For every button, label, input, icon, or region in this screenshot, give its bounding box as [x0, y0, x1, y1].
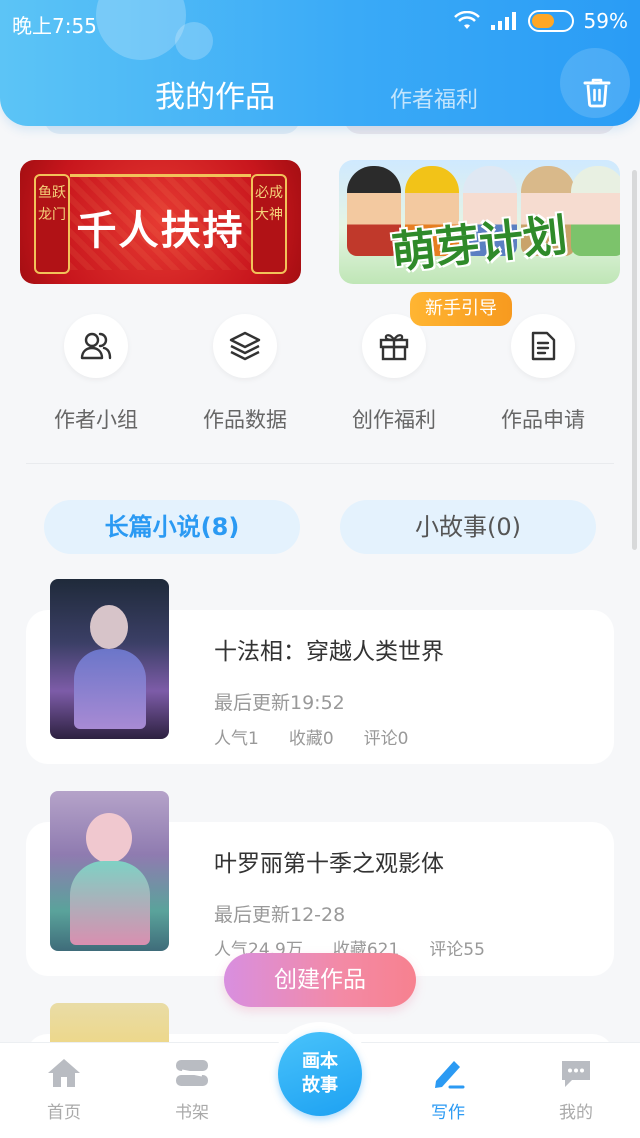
nav-label: 我的 [559, 1103, 593, 1123]
action-label: 作者小组 [54, 408, 138, 432]
battery-level [531, 14, 554, 28]
tab-long-novel[interactable]: 长篇小说(8) [44, 500, 300, 554]
action-label: 创作福利 [352, 408, 436, 432]
action-author-group[interactable]: 作者小组 [36, 314, 156, 434]
status-bar: 晚上7:55 59% [0, 0, 640, 44]
banner-sprout-program[interactable]: 萌芽计划 [339, 160, 620, 284]
action-label: 作品数据 [203, 408, 287, 432]
app-header: 晚上7:55 59% 我的作品 作者福利 [0, 0, 640, 126]
status-icons: 59% [453, 9, 628, 33]
beginner-guide-badge[interactable]: 新手引导 [410, 292, 512, 326]
nav-label: 首页 [47, 1103, 81, 1123]
bookshelf-icon [176, 1060, 208, 1086]
action-work-data[interactable]: 作品数据 [185, 314, 305, 434]
work-favorites: 收藏0 [288, 729, 334, 749]
pen-icon [435, 1061, 465, 1089]
action-icon-circle [213, 314, 277, 378]
trash-icon[interactable] [582, 76, 612, 108]
battery-percent: 59% [583, 9, 628, 33]
nav-me[interactable]: 我的 [536, 1057, 616, 1123]
nav-write[interactable]: 写作 [408, 1057, 488, 1123]
cover-figure [90, 605, 128, 649]
document-icon [531, 331, 556, 361]
tab-short-story[interactable]: 小故事(0) [340, 500, 596, 554]
nav-bookshelf[interactable]: 书架 [152, 1057, 232, 1123]
work-cover[interactable] [50, 579, 169, 739]
create-work-button[interactable]: 创建作品 [224, 953, 416, 1007]
chat-bubble-icon [562, 1061, 590, 1087]
work-last-update: 最后更新19:52 [214, 692, 345, 714]
layers-icon [229, 331, 261, 361]
action-icon-circle [511, 314, 575, 378]
cover-figure [86, 813, 132, 863]
banner-support-program[interactable]: 鱼跃龙门 必成大神 千人扶持 [20, 160, 301, 284]
wifi-icon [453, 11, 480, 29]
work-comments: 评论55 [429, 940, 485, 960]
work-comments: 评论0 [363, 729, 409, 749]
action-creation-benefits[interactable]: 创作福利 [334, 314, 454, 434]
work-title[interactable]: 叶罗丽第十季之观影体 [214, 844, 444, 878]
status-time: 晚上7:55 [12, 14, 97, 38]
tab-my-works[interactable]: 我的作品 [155, 72, 275, 116]
battery-icon [527, 10, 574, 32]
picture-story-label: 画本 故事 [302, 1051, 338, 1096]
work-popularity: 人气1 [214, 729, 259, 749]
action-icon-circle [64, 314, 128, 378]
tab-author-benefits[interactable]: 作者福利 [390, 82, 478, 114]
banner-character [571, 166, 620, 256]
cover-figure [70, 861, 150, 945]
section-divider [26, 463, 614, 464]
banner-title: 千人扶持 [76, 207, 245, 254]
work-cover[interactable] [50, 791, 169, 951]
nav-home[interactable]: 首页 [24, 1057, 104, 1123]
gift-icon [379, 334, 409, 361]
action-label: 作品申请 [501, 408, 585, 432]
action-work-application[interactable]: 作品申请 [483, 314, 603, 434]
nav-label: 书架 [175, 1103, 209, 1123]
work-stats: 人气1 收藏0 评论0 [214, 724, 408, 749]
picture-story-button[interactable]: 画本 故事 [278, 1032, 362, 1116]
home-icon [48, 1059, 80, 1087]
cover-figure [74, 649, 146, 729]
work-title[interactable]: 十法相：穿越人类世界 [214, 632, 444, 666]
scrollbar[interactable] [632, 170, 637, 550]
signal-icon [490, 12, 516, 30]
people-icon [80, 332, 112, 360]
nav-label: 写作 [431, 1103, 465, 1123]
work-last-update: 最后更新12-28 [214, 904, 346, 926]
